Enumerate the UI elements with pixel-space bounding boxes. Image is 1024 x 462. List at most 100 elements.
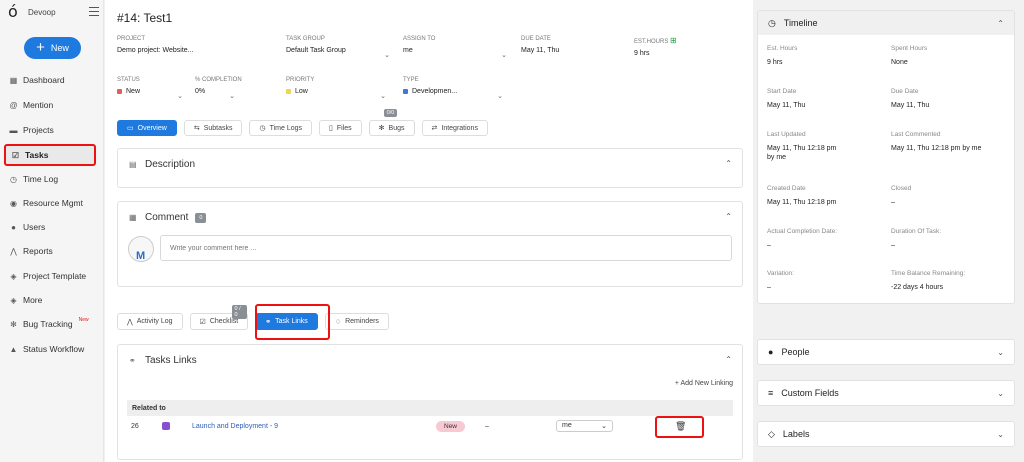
comment-icon: ▦ bbox=[129, 213, 137, 222]
chevron-up-icon[interactable]: ⌃ bbox=[725, 212, 732, 221]
sidebar-item-label: More bbox=[23, 295, 43, 305]
app-logo[interactable]: ó Devoop bbox=[8, 4, 99, 21]
card-title: Description bbox=[145, 159, 196, 170]
tab-label: Subtasks bbox=[203, 124, 233, 132]
file-icon: ▯ bbox=[329, 125, 333, 132]
sidebar-item-tasks[interactable]: ☑ Tasks bbox=[4, 144, 96, 166]
tag-icon: ◇ bbox=[768, 428, 775, 439]
timeline-cell: Est. Hours 9 hrs bbox=[767, 45, 887, 66]
tab-time-logs[interactable]: ◷ Time Logs bbox=[249, 120, 313, 136]
delete-highlight bbox=[655, 416, 704, 438]
layers-icon: ◈ bbox=[10, 271, 17, 281]
tab-overview[interactable]: ▭ Overview bbox=[117, 120, 177, 136]
cell-key: Actual Completion Date: bbox=[767, 228, 838, 235]
tab-files[interactable]: ▯ Files bbox=[319, 120, 362, 136]
timeline-cell: Last Updated May 11, Thu 12:18 pm by me bbox=[767, 131, 887, 161]
completion-field[interactable]: % COMPLETION 0% ⌄ bbox=[195, 77, 265, 100]
type-field[interactable]: TYPE Developmen... ⌄ bbox=[403, 77, 503, 100]
field-value: me bbox=[403, 47, 413, 54]
timeline-cell: Variation: – bbox=[767, 270, 887, 291]
sidebar-item-status-workflow[interactable]: ▲ Status Workflow bbox=[4, 338, 97, 360]
field-label: PROJECT bbox=[117, 36, 146, 42]
sidebar-item-label: Status Workflow bbox=[23, 344, 85, 354]
cell-key: Spent Hours bbox=[891, 45, 928, 52]
task-links-card: ⚭ Tasks Links ⌃ + Add New Linking Related… bbox=[117, 344, 743, 460]
sidebar-item-label: Time Log bbox=[23, 174, 59, 184]
tab-subtasks[interactable]: ⇆ Subtasks bbox=[183, 120, 243, 136]
tab-checklist[interactable]: 0 / 0 ☑ Checklist bbox=[189, 305, 249, 330]
sidebar-item-users[interactable]: ● Users bbox=[4, 216, 97, 238]
status-field[interactable]: STATUS New ⌄ bbox=[117, 77, 183, 100]
sidebar-item-project-template[interactable]: ◈ Project Template bbox=[4, 265, 97, 287]
new-button[interactable]: + New bbox=[24, 37, 81, 59]
field-value: New bbox=[126, 88, 141, 95]
clock-icon: ◷ bbox=[10, 174, 17, 184]
timeline-panel: ◷ Timeline ⌃ Est. Hours 9 hrs Spent Hours No… bbox=[757, 10, 1015, 304]
integrations-icon: ⇄ bbox=[431, 125, 438, 132]
linked-task-link[interactable]: Launch and Deployment - 9 bbox=[192, 423, 278, 430]
project-field[interactable]: PROJECT Demo project: Website... bbox=[117, 36, 267, 54]
tab-label: Checklist bbox=[209, 318, 239, 325]
field-label: EST.HOURS ⊞ bbox=[634, 36, 704, 45]
labels-panel[interactable]: ◇ Labels ⌄ bbox=[757, 421, 1015, 447]
sidebar-item-label: Project Template bbox=[23, 271, 87, 281]
est-hours-field[interactable]: EST.HOURS ⊞ 9 hrs bbox=[634, 36, 704, 57]
sidebar-item-bug-tracking[interactable]: ✻ Bug Tracking New bbox=[4, 313, 97, 335]
fields-icon: ≡ bbox=[768, 388, 774, 398]
checklist-icon: ☑ bbox=[199, 318, 206, 326]
task-group-field[interactable]: TASK GROUP Default Task Group ⌄ bbox=[286, 36, 390, 59]
people-panel[interactable]: ● People ⌄ bbox=[757, 339, 1015, 365]
resource-icon: ◉ bbox=[10, 198, 17, 208]
assignee-value: me bbox=[562, 422, 572, 429]
tab-activity-log[interactable]: ⋀ Activity Log bbox=[117, 313, 183, 330]
checklist-count-badge: 0 / 0 bbox=[231, 305, 248, 319]
sidebar-item-more[interactable]: ◈ More bbox=[4, 289, 97, 311]
user-icon: ● bbox=[768, 347, 774, 357]
card-title: Comment bbox=[145, 212, 189, 223]
app-name: Devoop bbox=[28, 8, 56, 17]
sidebar-item-dashboard[interactable]: ▦ Dashboard bbox=[4, 69, 97, 91]
tab-integrations[interactable]: ⇄ Integrations bbox=[421, 120, 488, 136]
sidebar-item-label: Users bbox=[23, 222, 46, 232]
field-label: % COMPLETION bbox=[195, 77, 242, 83]
user-icon: ● bbox=[11, 222, 16, 232]
cell-key: Last Updated bbox=[767, 131, 806, 138]
timeline-header[interactable]: ◷ Timeline ⌃ bbox=[758, 11, 1014, 35]
sidebar-item-resource-mgmt[interactable]: ◉ Resource Mgmt bbox=[4, 192, 97, 214]
links-table: Related to 26 Launch and Deployment - 9 … bbox=[127, 400, 733, 438]
sidebar-item-reports[interactable]: ⋀ Reports bbox=[4, 240, 97, 262]
cell-value: -22 days 4 hours bbox=[891, 284, 944, 291]
field-label-text: EST.HOURS bbox=[634, 39, 669, 45]
clock-icon: ◷ bbox=[259, 125, 266, 132]
link-date: – bbox=[485, 423, 489, 430]
assignee-select[interactable]: me ⌄ bbox=[556, 420, 613, 432]
tab-bugs[interactable]: 0/0 ✻ Bugs bbox=[368, 109, 415, 136]
sidebar-item-label: Bug Tracking bbox=[23, 319, 73, 329]
sidebar-item-projects[interactable]: ▬ Projects bbox=[4, 119, 97, 141]
cell-value: – bbox=[891, 242, 895, 249]
custom-fields-panel[interactable]: ≡ Custom Fields ⌄ bbox=[757, 380, 1015, 406]
description-card[interactable]: ▤ Description ⌃ bbox=[117, 148, 743, 188]
tab-reminders[interactable]: ♢ Reminders bbox=[324, 313, 389, 330]
table-header: Related to bbox=[127, 400, 733, 416]
assign-to-field[interactable]: ASSIGN TO me ⌄ bbox=[403, 36, 507, 59]
avatar-letter: M bbox=[136, 250, 146, 262]
field-value: Demo project: Website... bbox=[117, 47, 194, 54]
field-label: PRIORITY bbox=[286, 77, 315, 83]
chevron-down-icon: ⌄ bbox=[177, 93, 183, 100]
cell-value: May 11, Thu 12:18 pm bbox=[767, 199, 837, 206]
priority-field[interactable]: PRIORITY Low ⌄ bbox=[286, 77, 386, 100]
expand-icon[interactable]: ⊞ bbox=[670, 36, 677, 45]
panel-title: Timeline bbox=[783, 18, 818, 28]
add-new-linking-button[interactable]: + Add New Linking bbox=[675, 380, 733, 387]
cell-key: Variation: bbox=[767, 270, 794, 277]
bug-icon: ✻ bbox=[10, 319, 17, 329]
due-date-field[interactable]: DUE DATE May 11, Thu bbox=[521, 36, 621, 54]
chevron-up-icon[interactable]: ⌃ bbox=[725, 355, 732, 364]
chevron-up-icon[interactable]: ⌃ bbox=[725, 159, 732, 168]
sidebar-item-time-log[interactable]: ◷ Time Log bbox=[4, 168, 97, 190]
chevron-down-icon: ⌄ bbox=[501, 52, 507, 59]
sidebar-item-mention[interactable]: @ Mention bbox=[4, 94, 97, 116]
hamburger-icon[interactable] bbox=[89, 7, 99, 16]
comment-input[interactable] bbox=[160, 235, 732, 261]
